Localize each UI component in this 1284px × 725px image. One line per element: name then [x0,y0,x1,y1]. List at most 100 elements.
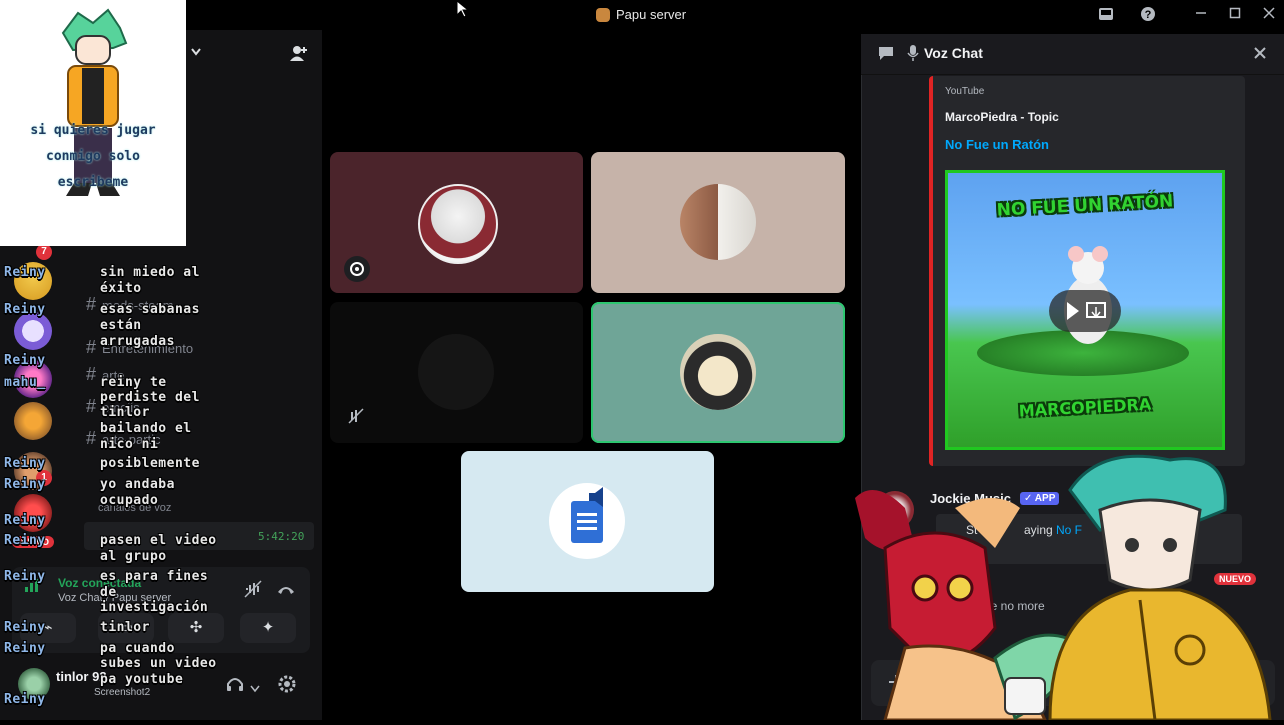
chat-message: tinlor [100,405,150,420]
chat-message: investigación [100,600,209,615]
chat-message: pa cuando [100,641,175,656]
chat-overlay-line: Reiny [4,692,100,707]
headphones-icon[interactable] [226,676,244,697]
chat-message: están [100,318,142,333]
jacket-character-illustration [1040,450,1280,722]
chat-message: de [100,585,117,600]
participant-avatar [418,184,498,264]
chat-message: yo andaba [100,477,175,492]
window-title: Papu server [596,7,686,22]
streaming-icon [344,256,370,282]
voice-participant-tile-speaking[interactable] [591,302,845,443]
chat-overlay-line: Reiny sin miedo al [4,265,200,280]
soundboard-button[interactable]: ✦ [240,613,296,643]
chat-nick: Reiny [4,477,46,492]
chat-overlay-line: al grupo [4,549,167,564]
chat-message: es para fines [100,569,209,584]
chat-message: sin miedo al [100,265,200,280]
chat-overlay-line: pa youtube [4,672,183,687]
chat-message: subes un video [100,656,217,671]
chat-nick: Reiny [4,692,46,707]
activities-button[interactable]: ✣ [168,613,224,643]
participant-avatar [680,184,756,260]
gear-icon[interactable] [278,675,296,698]
maximize-button[interactable] [1226,6,1244,24]
chat-overlay-line: investigación [4,600,208,615]
window-title-text: Papu server [616,7,687,22]
chat-overlay-line: ocupado [4,493,158,508]
disconnect-icon[interactable] [276,580,296,603]
chat-overlay-line: subes un video [4,656,217,671]
chat-message: reiny te [100,375,167,390]
chat-message: pa youtube [100,672,184,687]
mouse-cursor-icon [455,0,470,18]
chat-message: nico ni [100,437,159,452]
play-button[interactable] [1049,290,1121,332]
voice-participant-tile[interactable] [330,302,583,443]
help-icon[interactable]: ? [1139,6,1157,24]
close-icon[interactable] [1252,45,1268,66]
chat-overlay-line: Reiny [4,353,100,368]
embed-author[interactable]: MarcoPiedra - Topic [945,110,1059,124]
chat-message: esas sabanas [100,302,200,317]
chat-overlay-line: perdiste del [4,390,200,405]
noise-suppression-icon[interactable] [244,580,262,603]
chat-message: perdiste del [100,390,200,405]
chat-message: bailando el [100,421,192,436]
minimize-button[interactable] [1192,6,1210,24]
chat-overlay-line: Reiny tinlor [4,620,150,635]
chat-message: éxito [100,281,142,296]
embed-provider[interactable]: YouTube [945,86,984,97]
chat-overlay-line: nico ni [4,437,158,452]
embed-title-link[interactable]: No Fue un Ratón [945,137,1049,152]
chat-overlay-line: Reiny yo andaba [4,477,175,492]
chat-message: pasen el video [100,533,217,548]
server-icon [596,7,610,22]
mention-count-badge: 7 [36,244,52,260]
chat-message: posiblemente [100,456,200,471]
voice-participant-tile[interactable] [591,152,845,293]
chat-nick: Reiny [4,456,46,471]
user-status: Screenshot2 [94,687,151,698]
close-window-button[interactable] [1260,6,1278,24]
voice-chat-title: Voz Chat [924,45,983,61]
chevron-down-icon[interactable] [250,680,260,698]
chat-nick: mahu_ [4,375,46,390]
svg-text:?: ? [1145,9,1152,21]
participant-avatar [418,334,494,410]
participant-avatar [549,483,625,559]
chat-message: al grupo [100,549,167,564]
chat-overlay-line: Reiny [4,513,100,528]
chat-bubble-icon[interactable] [877,45,895,66]
chat-overlay-line: están [4,318,142,333]
chat-overlay-line: arrugadas [4,334,175,349]
chat-nick: Reiny [4,533,46,548]
voice-participant-tile[interactable] [330,152,583,293]
server-menu-chevron-icon[interactable] [190,44,202,62]
chat-overlay-line: tinlor [4,405,150,420]
chat-nick: Reiny [4,353,46,368]
chat-overlay-line: mahu_ reiny te [4,375,167,390]
chat-overlay-line: éxito [4,281,142,296]
chat-message: tinlor [100,620,150,635]
chat-nick: Reiny [4,265,46,280]
voice-participant-tile[interactable] [461,451,714,592]
chat-message: ocupado [100,493,159,508]
chat-overlay-line: Reiny posiblemente [4,456,200,471]
microphone-icon [907,44,919,67]
overlay-caption: si quieres jugar conmigo solo escribeme [30,123,156,190]
invite-people-icon[interactable] [290,44,308,67]
chat-overlay-line: bailando el [4,421,192,436]
chat-message: arrugadas [100,334,175,349]
chat-overlay-line: Reiny es para fines [4,569,208,584]
chat-nick: Reiny [4,569,46,584]
chat-overlay-line: Reiny esas sabanas [4,302,200,317]
participant-avatar [680,334,756,410]
chat-overlay-line: Reiny pa cuando [4,641,175,656]
chat-nick: Reiny [4,641,46,656]
deafened-icon [348,408,364,429]
chat-nick: Reiny [4,302,46,317]
chat-nick: Reiny [4,620,46,635]
chat-overlay-line: de [4,585,117,600]
inbox-icon[interactable] [1097,6,1115,24]
